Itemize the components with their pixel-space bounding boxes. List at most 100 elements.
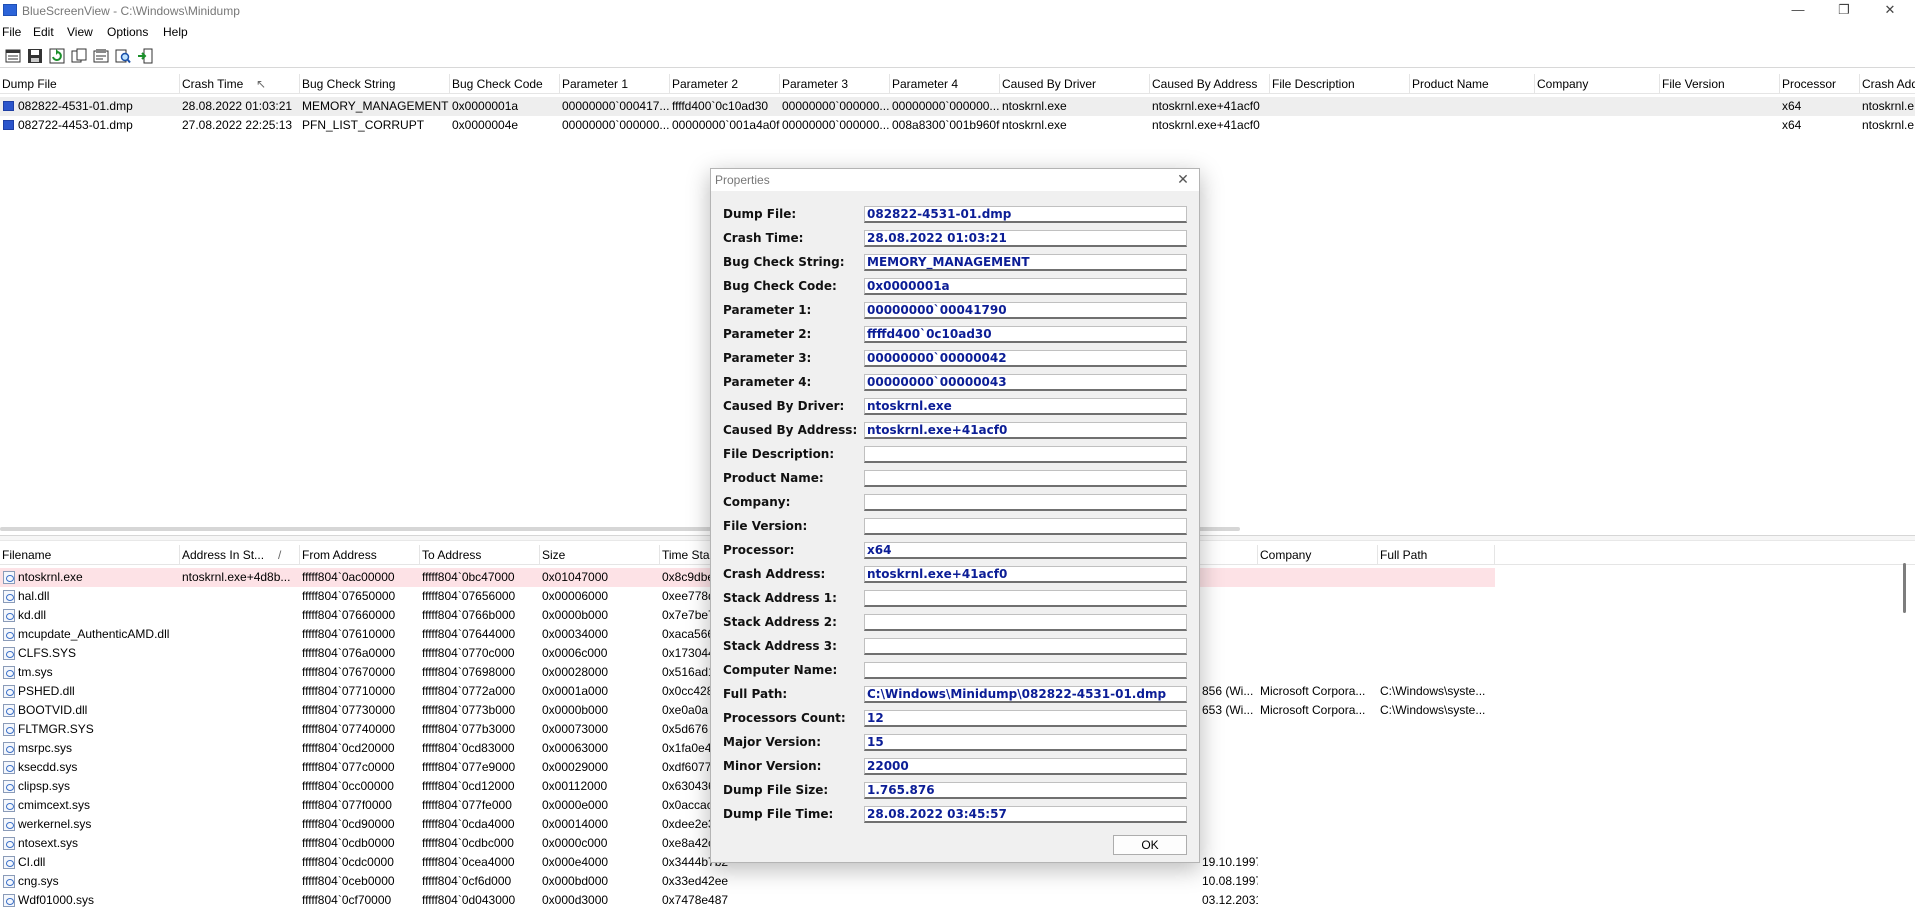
property-label: Stack Address 1: [723,591,837,605]
property-value-field[interactable]: 28.08.2022 03:45:57 [864,806,1187,823]
property-label: Processor: [723,543,795,557]
cell-company [1258,720,1378,739]
refresh-icon[interactable] [49,48,65,64]
exit-icon[interactable] [137,48,153,64]
col-crash-address[interactable]: Crash Add [1860,74,1915,94]
vertical-scrollbar[interactable] [1903,563,1906,613]
cell-to-address: fffff804`0cd83000 [422,741,515,755]
property-value-field[interactable] [864,638,1187,655]
property-label: Major Version: [723,735,822,749]
property-value-field[interactable]: x64 [864,542,1187,559]
property-value-field[interactable]: 00000000`00041790 [864,302,1187,319]
property-value-field[interactable]: ntoskrnl.exe+41acf0 [864,566,1187,583]
copy-icon[interactable] [71,48,87,64]
property-label: Dump File: [723,207,797,221]
cell-company [1258,872,1378,891]
cell-dump-file: 082722-4453-01.dmp [18,118,133,132]
property-value-field[interactable]: 1.765.876 [864,782,1187,799]
property-value-field[interactable]: MEMORY_MANAGEMENT [864,254,1187,271]
property-value-field[interactable]: 28.08.2022 01:03:21 [864,230,1187,247]
col-bug-check-string[interactable]: Bug Check String [300,74,450,94]
col-company[interactable]: Company [1258,545,1378,565]
menu-edit[interactable]: Edit [33,25,54,39]
properties-icon[interactable] [5,48,21,64]
close-icon[interactable]: ✕ [1175,171,1191,187]
cell-address-in-stack [180,815,300,834]
col-hidden[interactable] [1200,545,1258,565]
col-full-path[interactable]: Full Path [1378,545,1495,565]
property-value-field[interactable]: ffffd400`0c10ad30 [864,326,1187,343]
property-value-field[interactable]: ntoskrnl.exe [864,398,1187,415]
close-button[interactable]: ✕ [1867,0,1913,22]
property-value-field[interactable] [864,470,1187,487]
driver-file-icon [3,894,15,907]
menu-help[interactable]: Help [163,25,188,39]
cell-full-path: C:\Windows\syste... [1380,684,1486,698]
table-row[interactable]: cng.sys fffff804`0ceb0000 fffff804`0cf6d00… [0,872,1915,891]
property-value-field[interactable] [864,518,1187,535]
menu-file[interactable]: File [2,25,21,39]
maximize-button[interactable]: ❐ [1821,0,1867,22]
col-from-address[interactable]: From Address [300,545,420,565]
col-product-name[interactable]: Product Name [1410,74,1535,94]
save-icon[interactable] [27,48,43,64]
property-value-field[interactable]: 0x0000001a [864,278,1187,295]
col-parameter-4[interactable]: Parameter 4 [890,74,1000,94]
col-file-description[interactable]: File Description [1270,74,1410,94]
minimize-button[interactable]: — [1775,0,1821,22]
property-value-field[interactable] [864,662,1187,679]
cell-version [1200,663,1258,682]
property-value-field[interactable]: 00000000`00000042 [864,350,1187,367]
cell-version [1200,777,1258,796]
property-label: Product Name: [723,471,824,485]
find-icon[interactable] [115,48,131,64]
cell-parameter-2: 00000000`001a4a0f [672,118,780,132]
property-value-field[interactable]: 22000 [864,758,1187,775]
col-caused-by-driver[interactable]: Caused By Driver [1000,74,1150,94]
col-filename[interactable]: Filename [0,545,180,565]
cell-address-in-stack [180,777,300,796]
property-value-field[interactable]: 15 [864,734,1187,751]
col-address-in-stack[interactable]: Address In St... / [180,545,300,565]
cell-caused-by-address: ntoskrnl.exe+41acf0 [1152,99,1260,113]
ok-button[interactable]: OK [1113,835,1187,855]
property-value-field[interactable] [864,494,1187,511]
cell-to-address: fffff804`0766b000 [422,608,516,622]
cell-address-in-stack [180,720,300,739]
col-dump-file[interactable]: Dump File [0,74,180,94]
property-value-field[interactable]: 00000000`00000043 [864,374,1187,391]
cell-caused-by-driver: ntoskrnl.exe [1002,118,1067,132]
property-value-field[interactable]: 082822-4531-01.dmp [864,206,1187,223]
cell-company [1258,606,1378,625]
property-value-field[interactable]: C:\Windows\Minidump\082822-4531-01.dmp [864,686,1187,703]
cell-full-path [1378,587,1495,606]
col-bug-check-code[interactable]: Bug Check Code [450,74,560,94]
col-parameter-2[interactable]: Parameter 2 [670,74,780,94]
col-parameter-3[interactable]: Parameter 3 [780,74,890,94]
col-crash-time[interactable]: Crash Time ↖ [180,74,300,94]
property-value-field[interactable] [864,590,1187,607]
table-row[interactable]: Wdf01000.sys fffff804`0cf70000 fffff804`0d… [0,891,1915,910]
col-company[interactable]: Company [1535,74,1660,94]
menu-view[interactable]: View [67,25,93,39]
cell-company: Microsoft Corpora... [1260,684,1366,698]
col-to-address[interactable]: To Address [420,545,540,565]
cell-from-address: fffff804`07650000 [302,589,396,603]
property-value-field[interactable] [864,614,1187,631]
cell-filename: cmimcext.sys [18,798,90,812]
col-size[interactable]: Size [540,545,660,565]
property-value-field[interactable]: 12 [864,710,1187,727]
cell-company [1258,644,1378,663]
col-parameter-1[interactable]: Parameter 1 [560,74,670,94]
col-processor[interactable]: Processor [1780,74,1860,94]
property-value-field[interactable] [864,446,1187,463]
dialog-title: Properties [715,173,770,187]
menu-bar: File Edit View Options Help [0,22,1915,42]
table-row[interactable]: 082722-4453-01.dmp 27.08.2022 22:25:13 P… [0,116,1915,135]
col-file-version[interactable]: File Version [1660,74,1780,94]
menu-options[interactable]: Options [107,25,148,39]
property-value-field[interactable]: ntoskrnl.exe+41acf0 [864,422,1187,439]
col-caused-by-address[interactable]: Caused By Address [1150,74,1270,94]
options-icon[interactable] [93,48,109,64]
table-row[interactable]: 082822-4531-01.dmp 28.08.2022 01:03:21 M… [0,97,1915,116]
